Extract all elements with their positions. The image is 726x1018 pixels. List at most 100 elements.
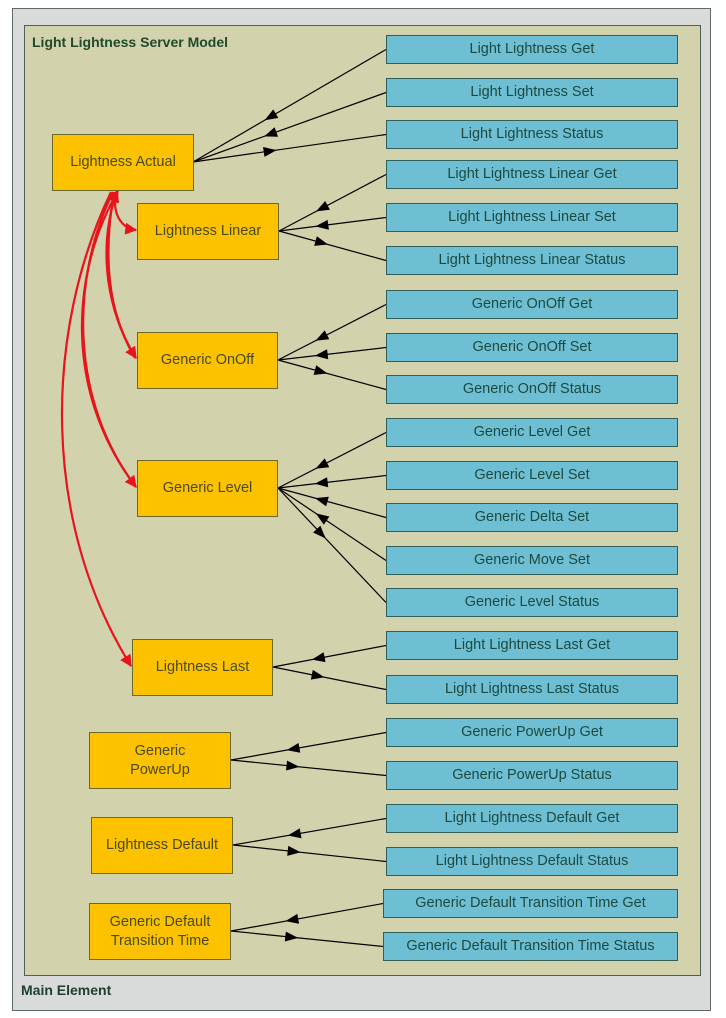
arrow-left-icon [311,652,326,663]
message-connector [277,487,387,603]
message-label: Light Lightness Linear Status [438,252,626,268]
state-label: Lightness Linear [154,223,262,239]
message-label: Light Lightness Default Status [435,853,629,869]
binding-arrow-onoff-return [105,189,136,359]
state-label: Lightness Actual [70,154,176,170]
message-box[interactable]: Generic PowerUp Get [386,718,678,747]
message-box[interactable]: Generic Move Set [386,546,678,575]
message-connector [230,759,387,777]
state-generic-powerup[interactable]: Generic PowerUp [89,732,231,789]
message-label: Generic PowerUp Status [452,767,612,783]
state-label: Lightness Last [155,659,250,675]
message-connector [272,644,387,668]
message-box[interactable]: Generic Level Set [386,461,678,490]
arrow-left-icon [315,513,330,525]
arrow-left-icon [314,496,329,507]
message-box[interactable]: Light Lightness Default Get [386,804,678,833]
arrow-left-icon [314,477,329,488]
message-connector [277,346,387,361]
state-label: Generic Level [162,480,253,496]
message-label: Light Lightness Last Get [453,637,611,653]
state-label: Lightness Default [105,837,219,853]
binding-arrow-last [60,191,132,668]
message-box[interactable]: Generic OnOff Get [386,290,678,319]
arrow-right-icon [310,669,325,680]
message-box[interactable]: Generic PowerUp Status [386,761,678,790]
message-box[interactable]: Generic OnOff Status [386,375,678,404]
message-label: Generic Delta Set [474,509,590,525]
message-connector [277,359,387,391]
message-label: Generic Level Set [474,467,590,483]
arrow-left-icon [286,742,301,753]
message-connector [230,731,387,761]
message-box[interactable]: Light Lightness Linear Set [386,203,678,232]
state-lightness-linear[interactable]: Lightness Linear [137,203,279,260]
message-label: Generic Default Transition Time Get [415,895,646,911]
message-box[interactable]: Generic Default Transition Time Status [383,932,678,961]
message-connector [278,230,387,262]
arrow-left-icon [316,200,330,212]
message-label: Generic Level Status [464,594,600,610]
state-label: Generic PowerUp [130,742,190,778]
message-label: Light Lightness Default Get [444,810,620,826]
message-box[interactable]: Generic Level Get [386,418,678,447]
message-box[interactable]: Light Lightness Linear Get [386,160,678,189]
state-generic-level[interactable]: Generic Level [137,460,278,517]
state-lightness-default[interactable]: Lightness Default [91,817,233,874]
message-connector [277,487,387,519]
arrow-right-icon [287,845,301,856]
message-box[interactable]: Light Lightness Linear Status [386,246,678,275]
message-box[interactable]: Generic Delta Set [386,503,678,532]
arrow-right-icon [313,365,328,375]
message-label: Light Lightness Set [470,84,594,100]
arrow-left-icon [315,330,330,341]
message-connector [232,844,387,863]
message-box[interactable]: Generic Default Transition Time Get [383,889,678,918]
state-label: Generic Default Transition Time [109,913,211,949]
state-label: Generic OnOff [160,352,255,368]
message-label: Generic Level Get [473,424,591,440]
message-box[interactable]: Generic Level Status [386,588,678,617]
arrow-left-icon [315,458,330,469]
arrow-left-icon [264,127,279,137]
message-label: Light Lightness Linear Get [447,166,617,182]
message-label: Light Lightness Linear Set [448,209,616,225]
message-box[interactable]: Light Lightness Default Status [386,847,678,876]
message-box[interactable]: Light Lightness Get [386,35,678,64]
message-connector [192,133,387,163]
message-connector [192,48,387,163]
message-connector [192,91,387,163]
message-label: Generic OnOff Set [472,339,592,355]
arrow-right-icon [314,236,329,246]
arrow-left-icon [314,349,329,360]
message-label: Generic Move Set [473,552,591,568]
message-label: Generic OnOff Get [471,296,593,312]
state-lightness-last[interactable]: Lightness Last [132,639,273,696]
message-label: Generic PowerUp Get [461,724,603,740]
message-connector [278,173,387,232]
message-connector [272,666,387,691]
message-label: Generic OnOff Status [462,381,602,397]
message-box[interactable]: Generic OnOff Set [386,333,678,362]
message-box[interactable]: Light Lightness Last Get [386,631,678,660]
arrow-right-icon [284,931,299,942]
message-label: Generic Default Transition Time Status [406,938,655,954]
message-box[interactable]: Light Lightness Last Status [386,675,678,704]
state-generic-onoff[interactable]: Generic OnOff [137,332,278,389]
message-connector [232,817,387,846]
message-connector [277,474,387,489]
arrow-left-icon [287,828,302,839]
arrow-right-icon [286,760,300,771]
message-connector [230,902,384,932]
message-label: Light Lightness Last Status [444,681,620,697]
binding-arrow-linear [113,191,138,235]
arrow-left-icon [264,109,279,121]
arrow-left-icon [285,913,300,924]
arrow-left-icon [315,219,329,230]
message-label: Light Lightness Get [469,41,595,57]
message-box[interactable]: Light Lightness Status [386,120,678,149]
message-connector [230,930,384,948]
message-box[interactable]: Light Lightness Set [386,78,678,107]
state-generic-default-transition-time[interactable]: Generic Default Transition Time [89,903,231,960]
state-lightness-actual[interactable]: Lightness Actual [52,134,194,191]
